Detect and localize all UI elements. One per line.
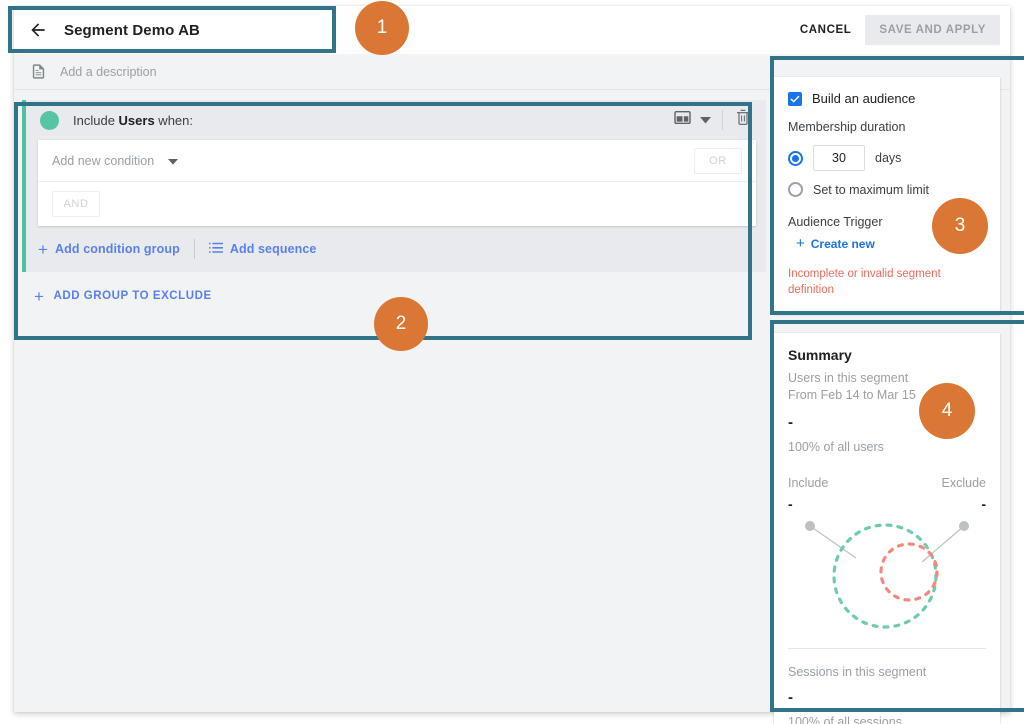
condition-group-actions: + Add condition group Add sequence xyxy=(26,226,766,272)
table-layout-icon xyxy=(673,110,691,130)
include-suffix: when: xyxy=(154,112,193,128)
condition-card: Add new condition OR AND xyxy=(38,140,756,226)
plus-icon: + xyxy=(38,239,49,259)
create-new-label: Create new xyxy=(810,236,875,251)
duration-days-input[interactable] xyxy=(813,145,865,171)
duration-radio-row: days xyxy=(788,145,986,171)
description-placeholder: Add a description xyxy=(60,64,157,79)
add-group-to-exclude-label: ADD GROUP TO EXCLUDE xyxy=(53,290,212,302)
max-limit-radio-row: Set to maximum limit xyxy=(788,182,986,197)
and-button[interactable]: AND xyxy=(52,191,100,217)
add-new-condition-label: Add new condition xyxy=(52,153,155,168)
save-and-apply-button[interactable]: SAVE AND APPLY xyxy=(865,15,1000,45)
add-sequence-button[interactable]: Add sequence xyxy=(208,242,317,257)
segment-builder-column: Include Users when: Add new condition OR… xyxy=(22,100,766,320)
chevron-down-icon xyxy=(168,154,179,168)
plus-icon: + xyxy=(34,286,45,306)
summary-divider xyxy=(788,647,986,649)
back-button[interactable] xyxy=(18,10,58,50)
add-sequence-label: Add sequence xyxy=(229,242,317,256)
days-unit-label: days xyxy=(875,151,902,165)
chevron-down-icon xyxy=(699,111,711,129)
annotation-badge-3: 3 xyxy=(932,198,988,254)
summary-title: Summary xyxy=(788,347,852,363)
include-subject: Users xyxy=(118,112,155,128)
plus-icon: + xyxy=(796,235,805,252)
and-row: AND xyxy=(38,182,756,226)
add-new-condition-select[interactable]: Add new condition xyxy=(52,153,179,168)
layout-dropdown-button[interactable] xyxy=(695,107,715,133)
annotation-badge-4: 4 xyxy=(919,383,975,439)
include-prefix: Include xyxy=(73,112,119,128)
condition-row: Add new condition OR xyxy=(38,140,756,182)
header-divider xyxy=(722,110,723,130)
segment-builder-window: Segment Demo AB CANCEL SAVE AND APPLY Ad… xyxy=(14,6,1010,724)
summary-users-percent: 100% of all users xyxy=(788,439,884,454)
document-icon xyxy=(28,62,48,82)
build-audience-panel: Build an audience Membership duration da… xyxy=(774,77,1000,315)
build-audience-checkbox[interactable] xyxy=(788,91,802,106)
green-status-dot xyxy=(40,110,59,130)
screenshot-root: Segment Demo AB CANCEL SAVE AND APPLY Ad… xyxy=(0,0,1024,724)
or-button[interactable]: OR xyxy=(694,148,742,174)
add-group-to-exclude-button[interactable]: + ADD GROUP TO EXCLUDE xyxy=(34,288,212,305)
arrow-left-icon xyxy=(28,20,48,40)
segment-name-input[interactable]: Segment Demo AB xyxy=(62,18,202,43)
add-condition-group-label: Add condition group xyxy=(55,242,180,256)
add-condition-group-button[interactable]: + Add condition group xyxy=(38,241,180,258)
include-exclude-labels: Include Exclude xyxy=(788,476,986,490)
delete-group-button[interactable] xyxy=(730,107,756,133)
title-bar: Segment Demo AB CANCEL SAVE AND APPLY xyxy=(14,6,1010,54)
condition-group-header: Include Users when: xyxy=(26,100,766,140)
annotation-badge-1: 1 xyxy=(355,1,409,55)
body-area: Include Users when: Add new condition OR… xyxy=(14,77,1010,724)
cancel-button[interactable]: CANCEL xyxy=(786,15,866,45)
summary-sessions-label: Sessions in this segment xyxy=(788,664,927,679)
venn-diagram xyxy=(788,514,986,642)
membership-duration-label: Membership duration xyxy=(788,120,906,134)
include-condition-group: Include Users when: Add new condition OR… xyxy=(22,100,766,272)
build-audience-checkbox-row[interactable]: Build an audience xyxy=(788,91,986,106)
exclude-label: Exclude xyxy=(941,475,986,490)
duration-radio[interactable] xyxy=(788,150,803,166)
summary-sessions-percent: 100% of all sessions xyxy=(788,714,902,724)
include-value: - xyxy=(788,495,793,512)
actions-divider xyxy=(193,239,195,259)
segment-error-message: Incomplete or invalid segment definition xyxy=(788,268,941,296)
condition-group-label: Include Users when: xyxy=(73,113,193,128)
venn-diagram-svg xyxy=(805,520,969,629)
build-audience-label: Build an audience xyxy=(812,91,916,106)
include-exclude-values: - - xyxy=(788,496,986,512)
trash-icon xyxy=(735,109,751,131)
table-layout-icon-button[interactable] xyxy=(669,107,695,133)
list-sequence-icon xyxy=(208,242,223,257)
exclude-value: - xyxy=(981,495,986,512)
max-limit-radio[interactable] xyxy=(788,182,803,197)
annotation-badge-2: 2 xyxy=(374,297,428,351)
summary-sessions-value: - xyxy=(788,688,793,706)
max-limit-label: Set to maximum limit xyxy=(813,182,929,197)
include-label: Include xyxy=(788,475,829,490)
